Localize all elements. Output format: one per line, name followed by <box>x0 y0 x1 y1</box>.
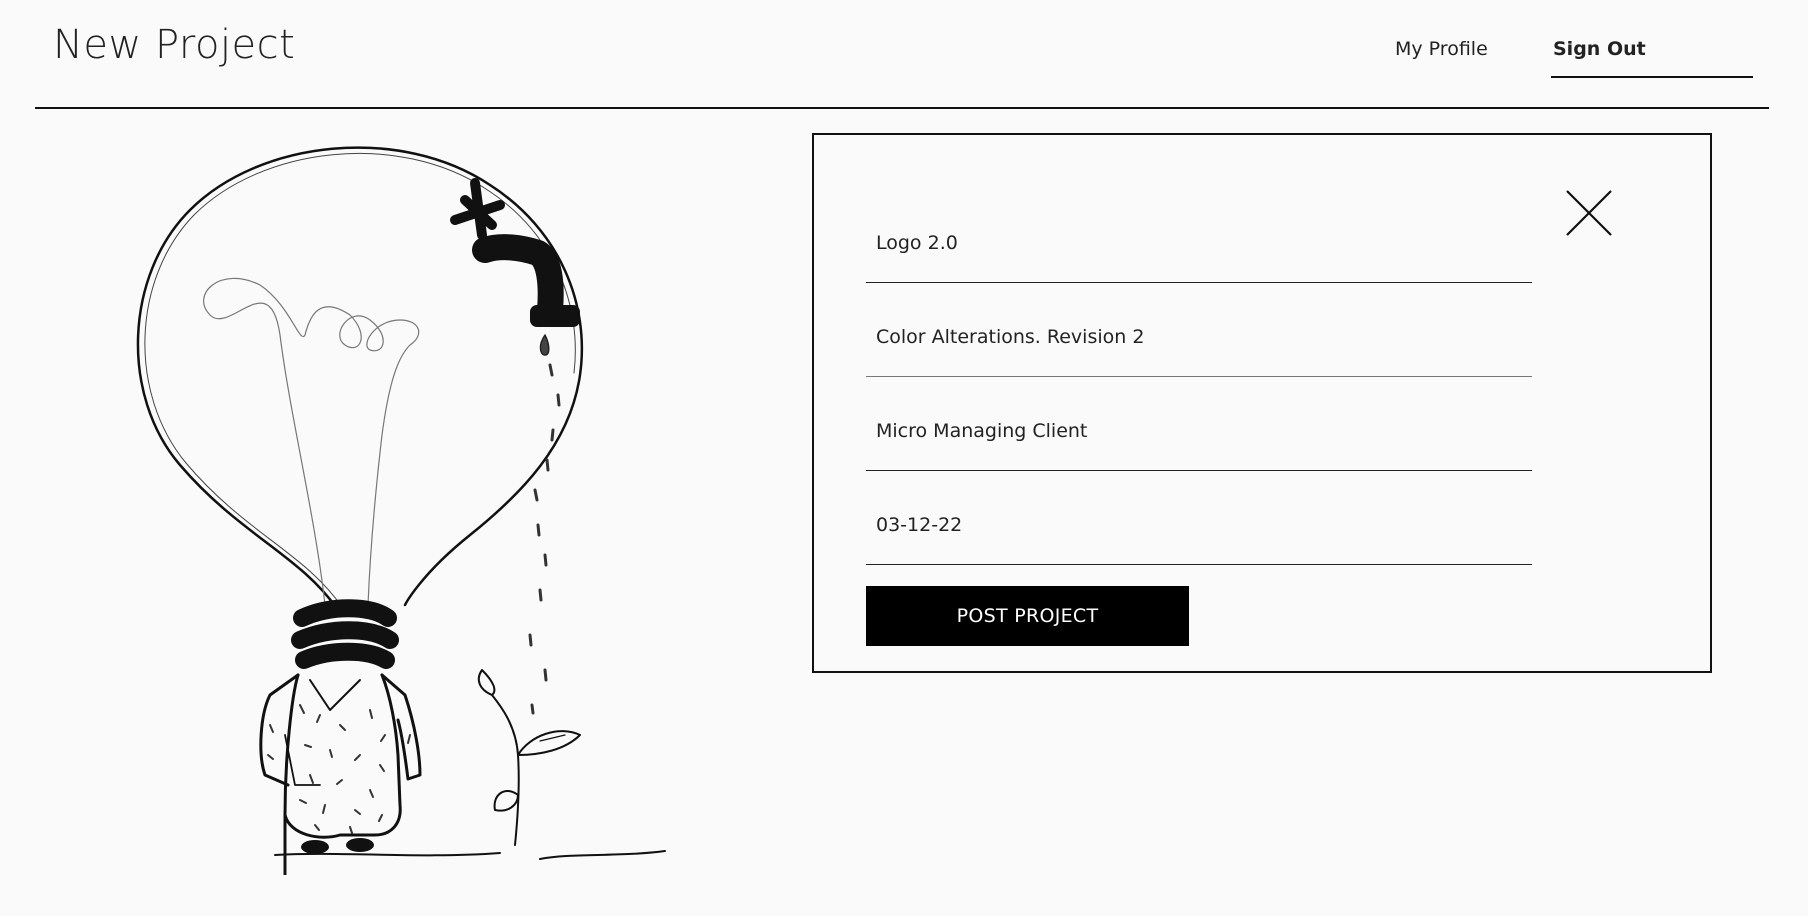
project-description-input[interactable] <box>876 326 1516 348</box>
client-field <box>866 377 1532 471</box>
project-name-field <box>866 189 1532 283</box>
my-profile-link[interactable]: My Profile <box>1395 38 1551 60</box>
lightbulb-faucet-illustration <box>136 146 666 875</box>
sign-out-link[interactable]: Sign Out <box>1551 38 1753 78</box>
project-name-input[interactable] <box>876 232 1516 254</box>
close-icon[interactable] <box>1565 189 1613 237</box>
project-description-field <box>866 283 1532 377</box>
date-field <box>866 471 1532 565</box>
post-project-button[interactable]: POST PROJECT <box>866 586 1189 646</box>
client-input[interactable] <box>876 420 1516 442</box>
page: New Project My Profile Sign Out Logo 2.0… <box>0 0 1808 916</box>
page-title: New Project <box>53 22 296 68</box>
new-project-form: POST PROJECT <box>812 133 1712 673</box>
header-divider <box>35 107 1769 109</box>
date-input[interactable] <box>876 514 1516 536</box>
top-nav: My Profile Sign Out <box>1395 38 1753 78</box>
